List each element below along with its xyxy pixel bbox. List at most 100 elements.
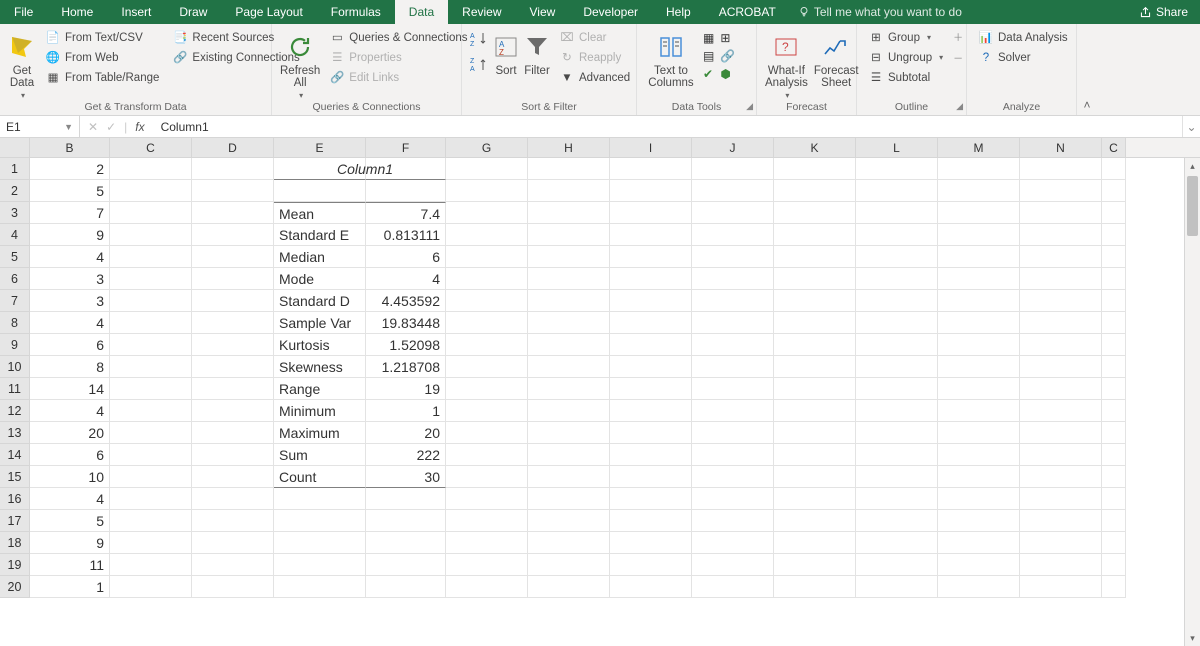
cell-C20[interactable] [110,576,192,598]
tab-insert[interactable]: Insert [107,0,165,24]
cell-H9[interactable] [528,334,610,356]
cell-J8[interactable] [692,312,774,334]
row-header[interactable]: 13 [0,422,30,444]
cell-G3[interactable] [446,202,528,224]
cell-N15[interactable] [1020,466,1102,488]
cell-I20[interactable] [610,576,692,598]
cell-H16[interactable] [528,488,610,510]
cell-L8[interactable] [856,312,938,334]
cell-G15[interactable] [446,466,528,488]
cell-L16[interactable] [856,488,938,510]
cell-N7[interactable] [1020,290,1102,312]
cell-J7[interactable] [692,290,774,312]
cell-I4[interactable] [610,224,692,246]
cell-M15[interactable] [938,466,1020,488]
cell-E9[interactable]: Kurtosis [274,334,366,356]
flash-fill-icon[interactable]: ▦ [703,31,714,45]
cell-J19[interactable] [692,554,774,576]
cell-C14[interactable] [1102,444,1126,466]
formula-input[interactable]: Column1 [153,120,217,134]
cell-L12[interactable] [856,400,938,422]
cell-E11[interactable]: Range [274,378,366,400]
cell-C19[interactable] [1102,554,1126,576]
cell-C15[interactable] [1102,466,1126,488]
cell-N17[interactable] [1020,510,1102,532]
col-header-K[interactable]: K [774,138,856,157]
cell-B13[interactable]: 20 [30,422,110,444]
relationships-icon[interactable]: 🔗 [720,49,735,63]
cell-M14[interactable] [938,444,1020,466]
cell-M8[interactable] [938,312,1020,334]
scroll-down-icon[interactable]: ▾ [1185,630,1200,646]
cell-F9[interactable]: 1.52098 [366,334,446,356]
cell-D17[interactable] [192,510,274,532]
cell-F10[interactable]: 1.218708 [366,356,446,378]
cell-I1[interactable] [610,158,692,180]
cell-B4[interactable]: 9 [30,224,110,246]
cell-G7[interactable] [446,290,528,312]
cell-B6[interactable]: 3 [30,268,110,290]
cell-E17[interactable] [274,510,366,532]
cell-F1[interactable] [366,158,446,180]
cell-H17[interactable] [528,510,610,532]
cell-B5[interactable]: 4 [30,246,110,268]
cell-H14[interactable] [528,444,610,466]
cell-D19[interactable] [192,554,274,576]
cell-B17[interactable]: 5 [30,510,110,532]
tab-page-layout[interactable]: Page Layout [221,0,316,24]
cell-C1[interactable] [110,158,192,180]
tell-me-search[interactable]: Tell me what you want to do [798,5,962,19]
cell-F8[interactable]: 19.83448 [366,312,446,334]
tab-view[interactable]: View [516,0,570,24]
cell-F13[interactable]: 20 [366,422,446,444]
cell-B7[interactable]: 3 [30,290,110,312]
cell-K14[interactable] [774,444,856,466]
cell-C6[interactable] [110,268,192,290]
cell-L10[interactable] [856,356,938,378]
cell-M2[interactable] [938,180,1020,202]
cell-N10[interactable] [1020,356,1102,378]
cell-H2[interactable] [528,180,610,202]
edit-links[interactable]: 🔗Edit Links [326,69,471,87]
cell-C16[interactable] [1102,488,1126,510]
cell-N16[interactable] [1020,488,1102,510]
cell-G9[interactable] [446,334,528,356]
cell-C11[interactable] [1102,378,1126,400]
cell-B20[interactable]: 1 [30,576,110,598]
cell-E8[interactable]: Sample Var [274,312,366,334]
col-header-J[interactable]: J [692,138,774,157]
cell-F19[interactable] [366,554,446,576]
cell-K15[interactable] [774,466,856,488]
col-header-E[interactable]: E [274,138,366,157]
cell-J10[interactable] [692,356,774,378]
cell-F12[interactable]: 1 [366,400,446,422]
outline-launcher[interactable]: ◢ [956,101,963,112]
cell-M16[interactable] [938,488,1020,510]
cell-D1[interactable] [192,158,274,180]
row-header[interactable]: 17 [0,510,30,532]
cell-N12[interactable] [1020,400,1102,422]
cell-I5[interactable] [610,246,692,268]
cell-H6[interactable] [528,268,610,290]
col-header-H[interactable]: H [528,138,610,157]
cell-F6[interactable]: 4 [366,268,446,290]
cell-E13[interactable]: Maximum [274,422,366,444]
row-header[interactable]: 19 [0,554,30,576]
cell-E6[interactable]: Mode [274,268,366,290]
cell-B12[interactable]: 4 [30,400,110,422]
cell-D15[interactable] [192,466,274,488]
cell-K5[interactable] [774,246,856,268]
cell-B11[interactable]: 14 [30,378,110,400]
cell-K16[interactable] [774,488,856,510]
cell-N2[interactable] [1020,180,1102,202]
tab-home[interactable]: Home [47,0,107,24]
cell-N3[interactable] [1020,202,1102,224]
cell-C11[interactable] [110,378,192,400]
tab-review[interactable]: Review [448,0,515,24]
row-header[interactable]: 6 [0,268,30,290]
cell-C7[interactable] [1102,290,1126,312]
select-all-corner[interactable] [0,138,30,157]
cell-C3[interactable] [110,202,192,224]
cell-M7[interactable] [938,290,1020,312]
cell-F15[interactable]: 30 [366,466,446,488]
